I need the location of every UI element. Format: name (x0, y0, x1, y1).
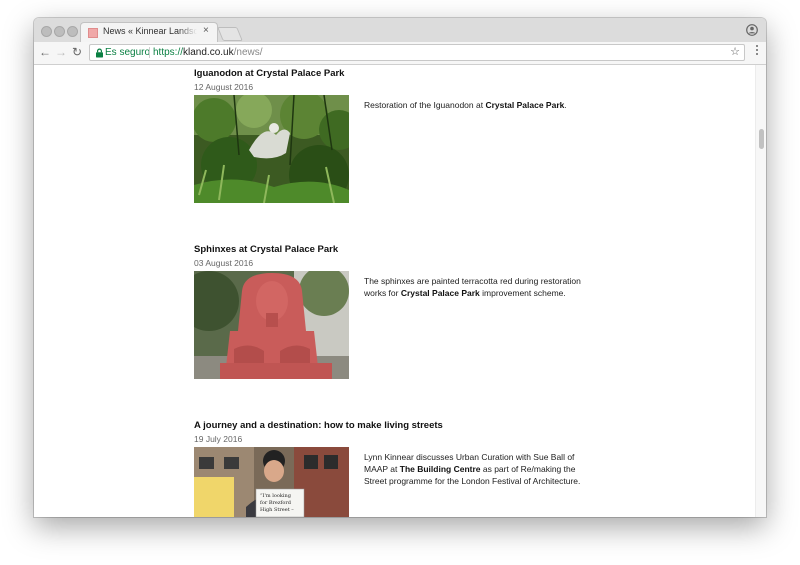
excerpt-text: improvement scheme. (479, 288, 566, 298)
news-post: A journey and a destination: how to make… (194, 420, 594, 517)
close-window-icon[interactable] (41, 26, 52, 37)
post-date: 12 August 2016 (194, 82, 254, 92)
post-excerpt: Restoration of the Iguanodon at Crystal … (364, 99, 594, 111)
url-host: kland.co.uk (183, 47, 234, 58)
browser-toolbar: ← → ↻ Es seguro https://kland.co.uk/news… (34, 42, 766, 65)
excerpt-link[interactable]: Crystal Palace Park (401, 288, 480, 298)
post-excerpt: The sphinxes are painted terracotta red … (364, 275, 594, 299)
minimize-window-icon[interactable] (54, 26, 65, 37)
profile-icon[interactable] (746, 24, 758, 36)
tab-title: News « Kinnear Landscape Architects (103, 26, 197, 36)
post-title[interactable]: Iguanodon at Crystal Palace Park (194, 68, 594, 80)
address-bar[interactable]: Es seguro https://kland.co.uk/news/ ☆ (89, 44, 745, 61)
active-tab[interactable]: News « Kinnear Landscape Architects × (80, 22, 218, 42)
post-date: 19 July 2016 (194, 434, 243, 444)
secure-label: Es seguro (105, 47, 151, 58)
news-post: Iguanodon at Crystal Palace Park 12 Augu… (194, 68, 594, 203)
browser-menu-icon[interactable] (756, 45, 759, 57)
living-streets-photo[interactable]: “I'm looking for Brezford High Street – (194, 447, 349, 517)
scrollbar-thumb[interactable] (759, 129, 764, 149)
page-content: Iguanodon at Crystal Palace Park 12 Augu… (34, 65, 766, 517)
tab-strip: News « Kinnear Landscape Architects × (34, 18, 766, 43)
excerpt-text: . (564, 100, 567, 110)
vertical-scrollbar[interactable] (755, 65, 766, 517)
omnibox-divider (149, 47, 150, 58)
site-favicon-icon (88, 28, 98, 38)
excerpt-text: Restoration of the Iguanodon at (364, 100, 486, 110)
excerpt-link[interactable]: Crystal Palace Park (485, 100, 564, 110)
news-post: Sphinxes at Crystal Palace Park 03 Augus… (194, 244, 594, 379)
post-excerpt: Lynn Kinnear discusses Urban Curation wi… (364, 451, 594, 487)
zoom-window-icon[interactable] (67, 26, 78, 37)
new-tab-button[interactable] (217, 27, 243, 41)
lock-icon (96, 48, 103, 58)
tab-close-icon[interactable]: × (203, 25, 209, 37)
svg-text:High Street –: High Street – (260, 507, 294, 513)
excerpt-link[interactable]: The Building Centre (400, 464, 481, 474)
iguanodon-photo[interactable] (194, 95, 349, 203)
sign-text: “I'm looking (260, 492, 292, 499)
bookmark-star-icon[interactable]: ☆ (730, 45, 740, 58)
reload-icon[interactable]: ↻ (69, 44, 85, 60)
post-title[interactable]: A journey and a destination: how to make… (194, 420, 594, 432)
url-scheme: https:// (153, 47, 184, 58)
sphinx-photo[interactable] (194, 271, 349, 379)
browser-window: News « Kinnear Landscape Architects × ← … (34, 18, 766, 517)
svg-text:for Brezford: for Brezford (260, 500, 292, 506)
back-arrow-icon[interactable]: ← (37, 44, 53, 60)
url-text[interactable]: https://kland.co.uk/news/ (153, 47, 263, 58)
post-date: 03 August 2016 (194, 258, 254, 268)
forward-arrow-icon[interactable]: → (53, 44, 69, 60)
url-path: /news/ (233, 47, 263, 58)
post-title[interactable]: Sphinxes at Crystal Palace Park (194, 244, 594, 256)
